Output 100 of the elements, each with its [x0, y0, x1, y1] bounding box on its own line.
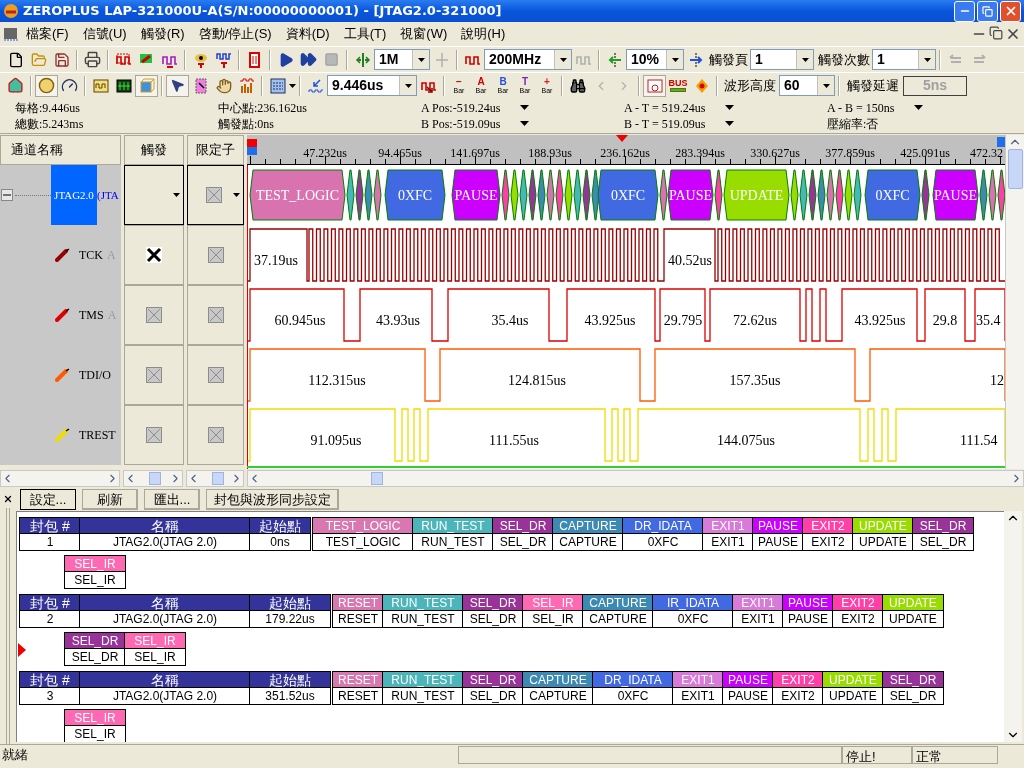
column-header[interactable]: 通道名稱: [0, 135, 121, 165]
scrollbar-thumb[interactable]: [371, 472, 383, 485]
hand-icon[interactable]: [215, 77, 232, 94]
select-area-icon[interactable]: [192, 77, 209, 94]
close-icon[interactable]: [3, 494, 13, 504]
menu-item[interactable]: 視窗(W): [393, 24, 455, 44]
restore-icon[interactable]: [989, 26, 1003, 40]
open-folder-icon[interactable]: [30, 51, 47, 68]
print-icon[interactable]: [84, 51, 101, 68]
close-button[interactable]: [1000, 0, 1021, 22]
waveform-window-icon[interactable]: [92, 77, 109, 94]
histogram-icon[interactable]: [238, 77, 255, 94]
dropdown-arrow-icon[interactable]: [520, 121, 530, 126]
trigger-marker-icon[interactable]: [247, 139, 257, 155]
sample-depth-dropdown[interactable]: 1M: [374, 49, 430, 70]
menu-item[interactable]: 觸發(R): [133, 24, 192, 44]
packet-toolbar-button[interactable]: 封包與波形同步設定: [206, 489, 339, 510]
close-icon[interactable]: [1005, 26, 1021, 42]
qualifier-dropdown[interactable]: [187, 165, 244, 225]
trigger-position-dropdown[interactable]: 10%: [626, 49, 684, 70]
cube-icon[interactable]: [138, 77, 155, 94]
bus-button[interactable]: BUS: [666, 74, 690, 97]
qualifier-toggle[interactable]: [187, 345, 244, 405]
new-file-icon[interactable]: [7, 51, 24, 68]
menu-item[interactable]: 信號(U): [75, 24, 134, 44]
caret-icon: [923, 57, 931, 62]
trigger-toggle[interactable]: [124, 405, 184, 465]
caret-icon: [671, 57, 679, 62]
packet-toolbar-button[interactable]: 刷新: [82, 489, 138, 510]
packet-toolbar-button[interactable]: 設定...: [20, 489, 76, 510]
trigger-toggle[interactable]: [124, 345, 184, 405]
pulse-trigger-icon[interactable]: [215, 51, 232, 68]
fast-forward-icon[interactable]: [300, 51, 317, 68]
collapse-icon[interactable]: [1, 189, 13, 201]
trigger-page-dropdown[interactable]: 1: [750, 49, 814, 70]
minimize-button[interactable]: [954, 0, 975, 22]
qualifier-toggle[interactable]: [187, 405, 244, 465]
waveform-settings-icon[interactable]: [646, 77, 663, 94]
column-header[interactable]: 觸發: [124, 135, 184, 165]
dropdown-arrow-icon[interactable]: [914, 105, 924, 110]
trigger-count-dropdown[interactable]: 1: [872, 49, 936, 70]
packet-toolbar-button[interactable]: 匯出...: [144, 489, 200, 510]
info-text: A - T = 519.24us: [624, 99, 706, 117]
save-icon[interactable]: [53, 51, 70, 68]
trigger-toggle[interactable]: [124, 285, 184, 345]
home-icon[interactable]: [7, 77, 24, 94]
grid-window-icon[interactable]: [115, 77, 132, 94]
vertical-scrollbar[interactable]: [1004, 511, 1022, 742]
state-header: SEL_DR: [65, 633, 125, 649]
sample-rate-dropdown[interactable]: 200MHz: [484, 49, 572, 70]
dropdown-arrow-icon[interactable]: [725, 121, 735, 126]
scrollbar-thumb[interactable]: [149, 472, 161, 485]
packet-column-header: 名稱: [80, 518, 250, 534]
zoom-icon[interactable]: [307, 77, 324, 94]
channel-name[interactable]: TMS: [79, 306, 104, 324]
channel-name[interactable]: TREST: [79, 426, 116, 444]
wave-height-dropdown[interactable]: 60: [779, 75, 835, 96]
clock-icon[interactable]: [38, 77, 55, 94]
state-header: EXIT2: [833, 595, 883, 611]
pointer-icon[interactable]: [170, 78, 185, 93]
dropdown-arrow-icon[interactable]: [520, 105, 530, 110]
horizontal-scrollbar[interactable]: [247, 470, 1024, 487]
qualifier-toggle[interactable]: [187, 285, 244, 345]
qualifier-toggle[interactable]: [187, 225, 244, 285]
trigger-dropdown[interactable]: [124, 165, 184, 225]
trigger-toggle[interactable]: [124, 225, 184, 285]
menu-item[interactable]: 工具(T): [336, 24, 394, 44]
horizontal-scrollbar[interactable]: [186, 470, 244, 487]
menu-item[interactable]: 啓動/停止(S): [191, 24, 279, 44]
waveform-trigger-icon[interactable]: [115, 51, 132, 68]
eye-trigger-icon[interactable]: [192, 51, 209, 68]
dropdown-arrow-icon[interactable]: [725, 105, 735, 110]
search-icon[interactable]: [569, 77, 586, 94]
channel-name[interactable]: TCK: [79, 246, 103, 264]
pulse-width-label: 40.52us: [668, 253, 712, 268]
diamond-icon[interactable]: [693, 77, 710, 94]
column-header[interactable]: 限定子: [187, 135, 244, 165]
horizontal-scrollbar[interactable]: [0, 470, 120, 487]
menu-item[interactable]: 說明(H): [454, 24, 513, 44]
restore-button[interactable]: [977, 0, 998, 22]
cursor-marker-icon[interactable]: [997, 137, 1005, 147]
bus-trigger-icon[interactable]: [246, 51, 263, 68]
menu-item[interactable]: 檔案(F): [19, 24, 76, 44]
trigger-position-icon[interactable]: [606, 51, 623, 68]
bus-name[interactable]: JTAG2.0: [51, 165, 97, 225]
state-header: RESET: [333, 595, 383, 611]
horizontal-scrollbar[interactable]: [123, 470, 183, 487]
trigger-page-icon[interactable]: [687, 51, 704, 68]
vertical-scrollbar[interactable]: [1005, 135, 1024, 469]
scrollbar-thumb[interactable]: [1007, 149, 1023, 189]
state-header: SEL_IR: [65, 710, 125, 726]
gauge-icon[interactable]: [61, 77, 78, 94]
scrollbar-thumb[interactable]: [212, 472, 224, 485]
state-header: UPDATE: [883, 595, 943, 611]
menu-item[interactable]: 資料(D): [278, 24, 337, 44]
state-header: EXIT1: [733, 595, 783, 611]
zoom-dropdown[interactable]: 9.446us: [327, 75, 417, 96]
bus-grid-icon[interactable]: [269, 77, 286, 94]
channel-name[interactable]: TDI/O: [79, 366, 111, 384]
info-text: 每格:9.446us: [15, 99, 80, 117]
